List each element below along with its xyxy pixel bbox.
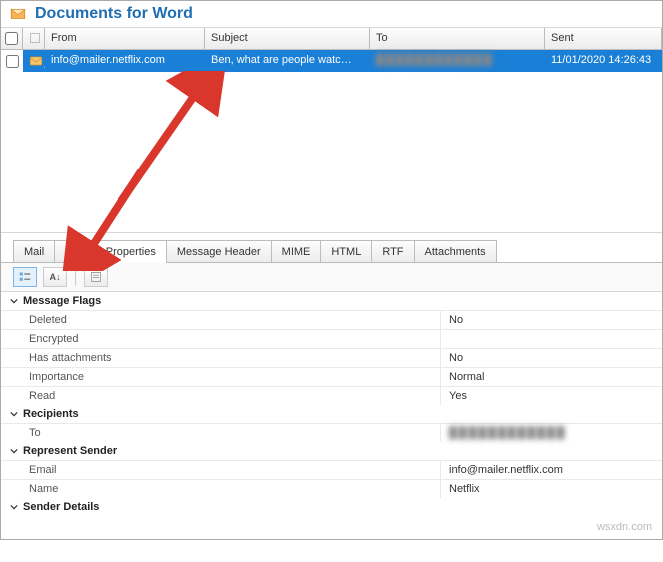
chevron-down-icon bbox=[9, 446, 19, 456]
chevron-down-icon bbox=[9, 296, 19, 306]
tab-properties[interactable]: Properties bbox=[95, 240, 167, 263]
row-to: ████████████ bbox=[370, 50, 545, 72]
property-row[interactable]: Has attachmentsNo bbox=[1, 348, 662, 367]
message-list: From Subject To Sent info@mailer.netflix… bbox=[1, 28, 662, 233]
message-list-empty bbox=[1, 72, 662, 232]
property-pages-button[interactable] bbox=[84, 267, 108, 287]
property-row[interactable]: ImportanceNormal bbox=[1, 367, 662, 386]
property-row[interactable]: ReadYes bbox=[1, 386, 662, 405]
tab-mail[interactable]: Mail bbox=[13, 240, 55, 262]
property-key: Name bbox=[1, 480, 441, 498]
property-row[interactable]: DeletedNo bbox=[1, 310, 662, 329]
header-sent[interactable]: Sent bbox=[545, 28, 662, 49]
categorized-view-button[interactable] bbox=[13, 267, 37, 287]
property-key: Encrypted bbox=[1, 330, 441, 348]
property-key: Deleted bbox=[1, 311, 441, 329]
property-value bbox=[441, 330, 662, 348]
property-row[interactable]: Emailinfo@mailer.netflix.com bbox=[1, 460, 662, 479]
property-key: Read bbox=[1, 387, 441, 405]
alphabetical-view-button[interactable]: A↓ bbox=[43, 267, 67, 287]
chevron-down-icon bbox=[9, 409, 19, 419]
property-toolbar: A↓ bbox=[1, 263, 662, 292]
property-grid[interactable]: Message FlagsDeletedNoEncryptedHas attac… bbox=[1, 292, 662, 562]
toolbar-separator bbox=[75, 268, 76, 286]
property-value: No bbox=[441, 311, 662, 329]
header-to[interactable]: To bbox=[370, 28, 545, 49]
property-value: ████████████ bbox=[441, 424, 662, 442]
header-subject[interactable]: Subject bbox=[205, 28, 370, 49]
tabstrip: MailHexPropertiesMessage HeaderMIMEHTMLR… bbox=[1, 233, 662, 263]
property-value: Netflix bbox=[441, 480, 662, 498]
property-row[interactable]: NameNetflix bbox=[1, 479, 662, 498]
group-sender-details[interactable]: Sender Details bbox=[1, 498, 662, 516]
tab-hex[interactable]: Hex bbox=[54, 240, 96, 262]
property-key: Has attachments bbox=[1, 349, 441, 367]
row-subject: Ben, what are people watc… bbox=[205, 50, 370, 72]
tab-html[interactable]: HTML bbox=[320, 240, 372, 262]
app-title: Documents for Word bbox=[35, 5, 193, 23]
property-value: Yes bbox=[441, 387, 662, 405]
message-list-header: From Subject To Sent bbox=[1, 28, 662, 50]
group-message-flags[interactable]: Message Flags bbox=[1, 292, 662, 310]
watermark: wsxdn.com bbox=[597, 521, 652, 533]
property-value: No bbox=[441, 349, 662, 367]
property-key: Email bbox=[1, 461, 441, 479]
property-key: Importance bbox=[1, 368, 441, 386]
tab-rtf[interactable]: RTF bbox=[371, 240, 414, 262]
message-row[interactable]: info@mailer.netflix.com Ben, what are pe… bbox=[1, 50, 662, 72]
header-checkbox[interactable] bbox=[1, 28, 23, 49]
tab-attachments[interactable]: Attachments bbox=[414, 240, 497, 262]
property-value: Normal bbox=[441, 368, 662, 386]
tab-mime[interactable]: MIME bbox=[271, 240, 322, 262]
row-checkbox[interactable] bbox=[1, 50, 23, 72]
header-from[interactable]: From bbox=[45, 28, 205, 49]
app-icon bbox=[9, 5, 27, 23]
group-recipients[interactable]: Recipients bbox=[1, 405, 662, 423]
chevron-down-icon bbox=[9, 502, 19, 512]
header-icon-col bbox=[23, 28, 45, 49]
titlebar: Documents for Word bbox=[1, 1, 662, 28]
tab-message-header[interactable]: Message Header bbox=[166, 240, 272, 262]
mail-icon bbox=[23, 50, 45, 72]
property-key: To bbox=[1, 424, 441, 442]
property-row[interactable]: Encrypted bbox=[1, 329, 662, 348]
property-value: info@mailer.netflix.com bbox=[441, 461, 662, 479]
property-row[interactable]: To████████████ bbox=[1, 423, 662, 442]
row-from: info@mailer.netflix.com bbox=[45, 50, 205, 72]
group-represent-sender[interactable]: Represent Sender bbox=[1, 442, 662, 460]
row-sent: 11/01/2020 14:26:43 bbox=[545, 50, 662, 72]
